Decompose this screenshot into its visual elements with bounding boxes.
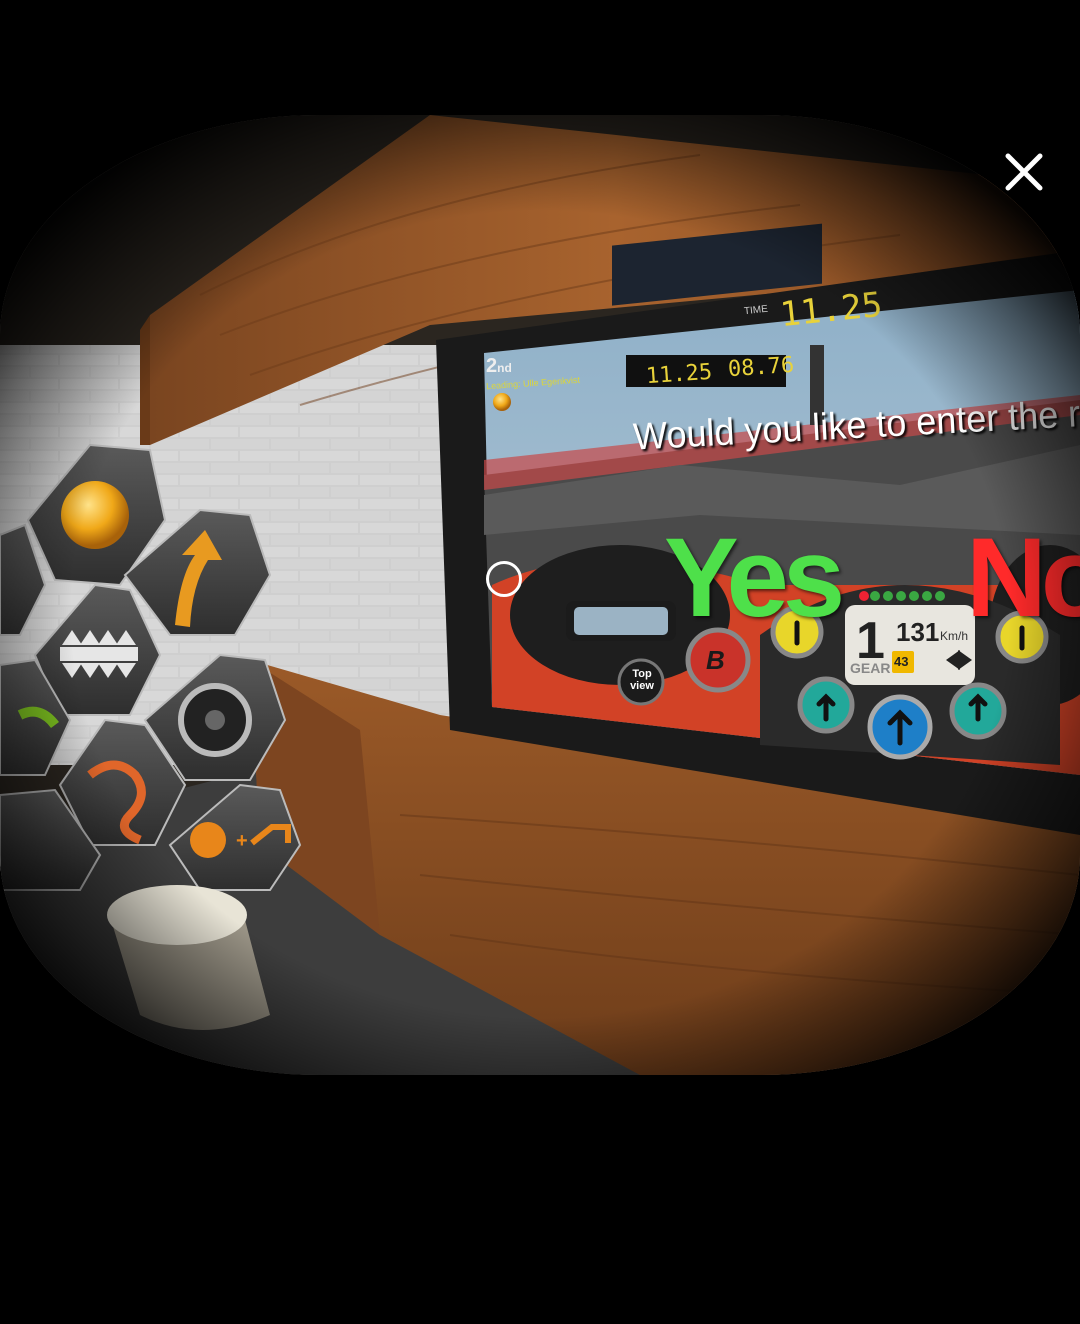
top-view-label: Top view: [630, 668, 654, 692]
gear-label: GEAR: [850, 660, 891, 676]
b-button-label: B: [706, 645, 725, 675]
fuel-value: 43: [894, 654, 909, 669]
orange-icon: [190, 822, 226, 858]
scene: +: [0, 115, 1080, 1075]
gaze-reticle-icon: [486, 561, 522, 597]
sun-icon: [61, 481, 129, 549]
no-button[interactable]: No: [966, 513, 1080, 642]
close-icon: [1005, 153, 1043, 191]
svg-text:+: +: [236, 830, 248, 852]
speed-unit: Km/h: [940, 629, 969, 643]
weather-sun-icon: [493, 393, 511, 411]
yes-button[interactable]: Yes: [664, 513, 845, 642]
close-button[interactable]: [998, 146, 1050, 198]
best-time: 08.76: [727, 352, 796, 383]
race-position: 2nd: [486, 355, 512, 377]
lap-time: 11.25: [645, 359, 714, 390]
speed-value: 131: [896, 617, 940, 647]
vr-viewport: + 2nd Leading: Ulle Egenkvist 11.25 08.7…: [0, 115, 1080, 1075]
